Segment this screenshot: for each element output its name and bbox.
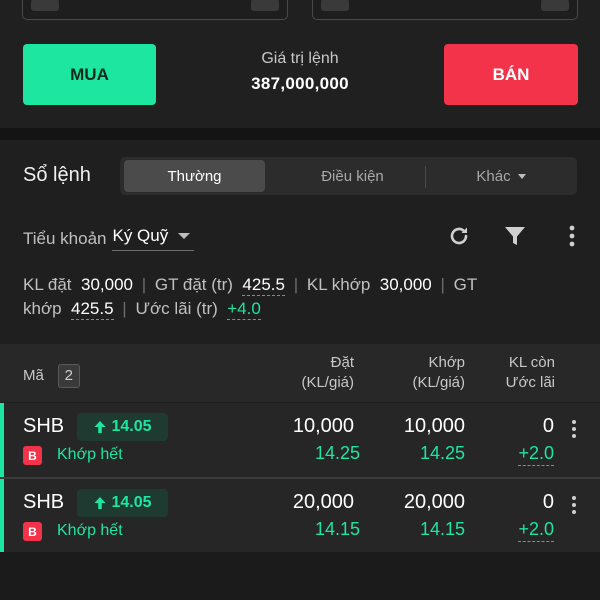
est-profit: +2.0 [518,519,554,542]
chevron-down-icon [517,173,526,179]
match-qty: 10,000 [403,415,465,437]
separator: | [293,275,299,294]
kl-khop-label: KL khớp [306,275,371,294]
chevron-down-icon [178,233,191,239]
col-header-order-line2: (KL/giá) [301,374,354,391]
order-value: Giá trị lệnh 387,000,000 [200,50,400,94]
row-accent [0,479,4,553]
price-change-value: 14.05 [111,494,152,511]
price-change-value: 14.05 [111,418,152,435]
col-header-remaining: KL còn Ước lãi [506,353,555,393]
order-status: Khớp hết [57,522,123,539]
order-qty: 10,000 [292,415,354,437]
kl-khop-value: 30,000 [379,275,432,294]
separator: | [141,275,147,294]
row-symbol: SHB [23,415,65,437]
gt-khop-value: 425.5 [71,299,114,320]
match-qty: 20,000 [403,491,465,513]
order-value-label: Giá trị lệnh [261,50,339,67]
arrow-up-icon [94,497,106,509]
remaining-qty: 0 [542,491,554,513]
decrease-stepper[interactable] [31,0,59,11]
match-price: 14.15 [419,519,465,539]
refresh-icon[interactable] [445,222,473,250]
decrease-stepper[interactable] [321,0,349,11]
more-vertical-icon[interactable] [566,417,582,441]
sell-button[interactable]: BÁN [444,44,578,105]
remaining-qty: 0 [542,415,554,437]
sub-account-select[interactable]: Ký Quỹ [112,226,195,251]
order-value-amount: 387,000,000 [251,74,349,93]
price-change-badge: 14.05 [77,489,168,517]
uoc-lai-label: Ước lãi (tr) [135,299,218,318]
separator: | [122,299,127,318]
separator: | [440,275,445,294]
arrow-up-icon [94,421,106,433]
col-header-symbol: Mã 2 [23,364,80,388]
filter-icon[interactable] [501,222,529,250]
sub-account-value: Ký Quỹ [112,226,169,245]
gt-khop-label-cont: khớp [23,299,62,318]
gt-dat-label: GT đặt (tr) [154,275,233,294]
col-header-order: Đặt (KL/giá) [301,353,354,393]
order-status: Khớp hết [57,446,123,463]
more-vertical-icon[interactable] [566,493,582,517]
order-book: Sổ lệnh Thường Điều kiện Khác Tiểu khoản… [0,140,600,600]
order-price: 14.15 [314,519,360,539]
tab-other-label: Khác [476,167,511,185]
order-entry-panel: MUA Giá trị lệnh 387,000,000 BÁN [0,0,600,128]
col-header-match-line2: (KL/giá) [412,374,465,391]
col-header-remaining-line1: KL còn [508,354,555,371]
sub-account-label: Tiểu khoản [23,228,107,248]
row-accent [0,403,4,477]
est-profit: +2.0 [518,443,554,466]
col-header-match-line1: Khớp [428,354,465,371]
tab-conditional[interactable]: Điều kiện [280,160,425,192]
table-row[interactable]: SHB 14.05 B Khớp hết 10,000 14.25 10,000… [0,403,600,477]
list-empty-area [0,552,600,600]
order-count-badge: 2 [57,364,80,388]
order-summary: KL đặt 30,000 | GT đặt (tr) 425.5 | KL k… [23,273,583,321]
tab-other[interactable]: Khác [425,160,577,192]
order-book-title: Sổ lệnh [23,164,91,186]
row-symbol: SHB [23,491,65,513]
sub-account-row: Tiểu khoản Ký Quỹ [23,226,195,251]
tab-normal[interactable]: Thường [124,160,265,192]
uoc-lai-value: +4.0 [227,299,261,320]
gt-dat-value: 425.5 [242,275,285,296]
kl-dat-label: KL đặt [23,275,72,294]
order-type-tabs: Thường Điều kiện Khác [120,157,577,195]
section-divider [0,128,600,140]
side-badge: B [23,522,42,541]
table-row[interactable]: SHB 14.05 B Khớp hết 20,000 14.15 20,000… [0,479,600,553]
increase-stepper[interactable] [541,0,569,11]
price-change-badge: 14.05 [77,413,168,441]
order-qty: 20,000 [292,491,354,513]
col-header-order-line1: Đặt [330,354,354,371]
price-input[interactable] [312,0,578,20]
col-header-remaining-line2: Ước lãi [505,374,555,391]
buy-button[interactable]: MUA [23,44,156,105]
orders-table-header: Mã 2 Đặt (KL/giá) Khớp (KL/giá) KL còn Ư… [0,344,600,402]
quantity-input[interactable] [22,0,288,20]
increase-stepper[interactable] [251,0,279,11]
kl-dat-value: 30,000 [80,275,133,294]
more-vertical-icon[interactable] [558,222,586,250]
match-price: 14.25 [419,443,465,463]
gt-khop-label: GT [453,275,478,294]
col-header-symbol-label: Mã [23,367,44,384]
side-badge: B [23,446,42,465]
order-price: 14.25 [314,443,360,463]
col-header-match: Khớp (KL/giá) [412,353,465,393]
